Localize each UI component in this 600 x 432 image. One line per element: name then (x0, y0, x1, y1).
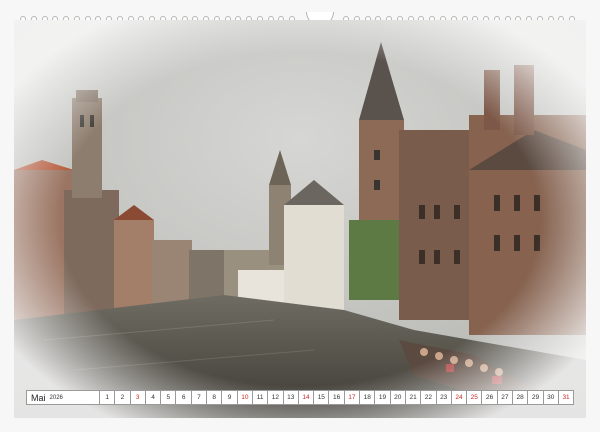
day-cell: 8 (207, 390, 223, 405)
day-cell: 19 (375, 390, 391, 405)
day-cell: 16 (329, 390, 345, 405)
calendar-page: Mai 2026 1 2 3 4 5 6 7 8 9 10 11 12 13 14 15 16 17 18 19 20… (0, 0, 600, 432)
day-cell: 29 (528, 390, 544, 405)
day-cell: 28 (513, 390, 529, 405)
day-cell: 5 (161, 390, 177, 405)
day-cell: 27 (497, 390, 514, 405)
day-cell: 3 (130, 390, 146, 405)
day-cell: 14 (298, 390, 315, 405)
canal-illustration (14, 20, 586, 418)
day-cell: 17 (344, 390, 361, 405)
day-cell: 21 (405, 390, 422, 405)
day-cell: 20 (390, 390, 406, 405)
day-cell: 12 (268, 390, 284, 405)
calendar-strip: Mai 2026 1 2 3 4 5 6 7 8 9 10 11 12 13 14 15 16 17 18 19 20… (26, 390, 575, 405)
day-cell: 4 (145, 390, 162, 405)
day-cell: 31 (558, 390, 575, 405)
day-cell: 1 (100, 390, 116, 405)
day-cell: 15 (314, 390, 330, 405)
day-cell: 13 (283, 390, 299, 405)
day-cell: 30 (543, 390, 559, 405)
day-cell: 25 (467, 390, 483, 405)
month-year: 2026 (49, 394, 63, 401)
day-cell: 6 (176, 390, 192, 405)
day-cell: 18 (360, 390, 376, 405)
day-cell: 10 (237, 390, 253, 405)
day-cell: 26 (482, 390, 498, 405)
day-cell: 11 (252, 390, 269, 405)
day-cell: 2 (115, 390, 131, 405)
day-cells: 1 2 3 4 5 6 7 8 9 10 11 12 13 14 15 16 17 18 19 20 21 22 23 24 2… (100, 390, 575, 405)
month-label: Mai 2026 (26, 390, 100, 405)
day-cell: 24 (451, 390, 468, 405)
month-name: Mai (31, 392, 46, 403)
canal-photo (14, 20, 586, 418)
day-cell: 23 (436, 390, 452, 405)
day-cell: 9 (222, 390, 238, 405)
day-cell: 7 (191, 390, 208, 405)
day-cell: 22 (421, 390, 437, 405)
